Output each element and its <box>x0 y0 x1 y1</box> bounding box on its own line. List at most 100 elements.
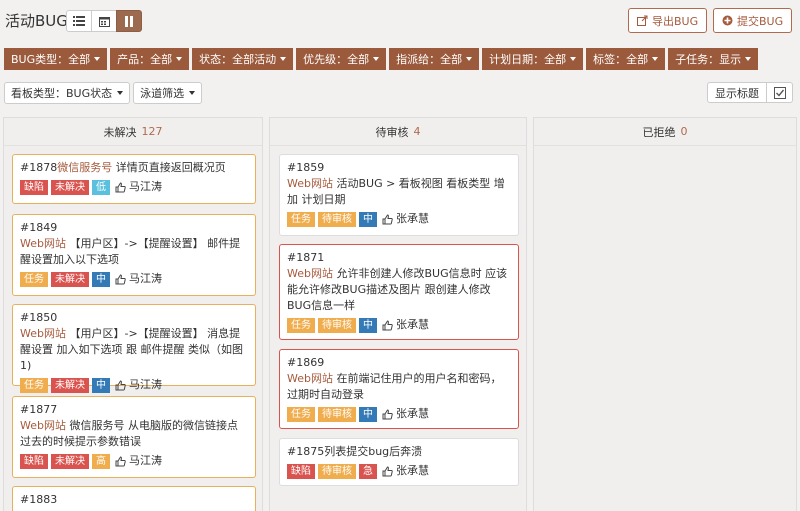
thumbs-up-icon <box>382 408 393 419</box>
column-header: 待审核 4 <box>270 118 526 146</box>
caret-down-icon <box>466 57 473 61</box>
plus-circle-icon <box>722 15 733 26</box>
status-badge: 待审核 <box>318 317 356 333</box>
product-link[interactable]: Web网站 <box>20 237 66 250</box>
owner[interactable]: 马江涛 <box>115 271 162 287</box>
caret-down-icon <box>570 57 577 61</box>
caret-down-icon <box>94 57 101 61</box>
owner[interactable]: 张承慧 <box>382 211 429 227</box>
type-badge: 任务 <box>287 317 315 333</box>
board-options: 看板类型：BUG状态 泳道筛选 <box>4 82 205 104</box>
page-title: 活动BUG <box>5 12 68 30</box>
caret-down-icon <box>189 91 196 95</box>
type-badge: 任务 <box>287 211 315 227</box>
kanban-view-button[interactable] <box>116 10 142 32</box>
status-badge: 待审核 <box>318 406 356 422</box>
filter-assignee[interactable]: 指派给：全部 <box>389 48 480 70</box>
priority-badge: 中 <box>359 211 377 227</box>
filter-priority[interactable]: 优先级：全部 <box>296 48 387 70</box>
thumbs-up-icon <box>382 213 393 224</box>
type-badge: 缺陷 <box>287 463 315 479</box>
board-type-dropdown[interactable]: 看板类型：BUG状态 <box>4 82 131 104</box>
status-badge: 未解决 <box>51 453 89 469</box>
submit-bug-label: 提交BUG <box>737 14 784 28</box>
owner[interactable]: 张承慧 <box>382 317 429 333</box>
priority-badge: 中 <box>92 271 110 287</box>
calendar-icon <box>98 16 110 27</box>
calendar-view-button[interactable] <box>91 10 117 32</box>
priority-badge: 中 <box>359 317 377 333</box>
filter-subtask[interactable]: 子任务：显示 <box>668 48 759 70</box>
show-title-label: 显示标题 <box>707 82 767 103</box>
bug-card[interactable]: #1877 Web网站 微信服务号 从电脑版的微信链接点过去的时候提示参数错误 … <box>12 396 256 478</box>
owner[interactable]: 马江涛 <box>115 453 162 469</box>
product-link[interactable]: Web网站 <box>287 372 333 385</box>
type-badge: 缺陷 <box>20 179 48 195</box>
status-badge: 未解决 <box>51 179 89 195</box>
caret-down-icon <box>745 57 752 61</box>
caret-down-icon <box>280 57 287 61</box>
filter-product[interactable]: 产品：全部 <box>110 48 190 70</box>
filter-plan-date[interactable]: 计划日期：全部 <box>482 48 584 70</box>
filter-status[interactable]: 状态：全部活动 <box>192 48 294 70</box>
caret-down-icon <box>373 57 380 61</box>
priority-badge: 中 <box>359 406 377 422</box>
list-view-button[interactable] <box>66 10 92 32</box>
status-badge: 待审核 <box>318 463 356 479</box>
bug-card[interactable]: #1859 Web网站 活动BUG > 看板视图 看板类型 增加 计划日期 任务… <box>279 154 519 236</box>
export-icon <box>637 15 648 26</box>
product-link[interactable]: 微信服务号 <box>57 161 112 174</box>
priority-badge: 急 <box>359 463 377 479</box>
thumbs-up-icon <box>115 455 126 466</box>
bug-card[interactable]: #1875列表提交bug后奔溃 缺陷 待审核 急 张承慧 <box>279 438 519 486</box>
bug-card[interactable]: #1883 <box>12 486 256 511</box>
thumbs-up-icon <box>115 273 126 284</box>
owner[interactable]: 马江涛 <box>115 377 162 393</box>
caret-down-icon <box>176 57 183 61</box>
owner[interactable]: 张承慧 <box>382 406 429 422</box>
owner[interactable]: 张承慧 <box>382 463 429 479</box>
status-badge: 待审核 <box>318 211 356 227</box>
export-bug-button[interactable]: 导出BUG <box>628 8 708 33</box>
product-link[interactable]: Web网站 <box>287 267 333 280</box>
product-link[interactable]: Web网站 <box>20 327 66 340</box>
column-pending-review: 待审核 4 #1859 Web网站 活动BUG > 看板视图 看板类型 增加 计划… <box>269 117 527 511</box>
column-unresolved: 未解决 127 #1878微信服务号 详情页直接返回概况页 缺陷 未解决 低 马江… <box>3 117 263 511</box>
view-toggle <box>66 10 142 32</box>
owner[interactable]: 马江涛 <box>115 179 162 195</box>
type-badge: 任务 <box>20 377 48 393</box>
filter-tag[interactable]: 标签：全部 <box>586 48 666 70</box>
column-rejected: 已拒绝 0 <box>533 117 797 511</box>
thumbs-up-icon <box>115 181 126 192</box>
checkbox-icon[interactable] <box>767 82 793 103</box>
bug-card[interactable]: #1849 Web网站 【用户区】->【提醒设置】 邮件提醒设置加入以下选项 任… <box>12 214 256 296</box>
show-title-toggle[interactable]: 显示标题 <box>707 82 793 103</box>
bug-card[interactable]: #1850 Web网站 【用户区】->【提醒设置】 消息提醒设置 加入如下选项 … <box>12 304 256 393</box>
submit-bug-button[interactable]: 提交BUG <box>713 8 793 33</box>
filter-bug-type[interactable]: BUG类型：全部 <box>4 48 108 70</box>
type-badge: 任务 <box>20 271 48 287</box>
type-badge: 任务 <box>287 406 315 422</box>
list-icon <box>73 16 85 26</box>
bug-card[interactable]: #1869 Web网站 在前端记住用户的用户名和密码，过期时自动登录 任务 待审… <box>279 349 519 429</box>
status-badge: 未解决 <box>51 377 89 393</box>
priority-badge: 中 <box>92 377 110 393</box>
thumbs-up-icon <box>115 379 126 390</box>
status-badge: 未解决 <box>51 271 89 287</box>
lane-filter-dropdown[interactable]: 泳道筛选 <box>133 82 203 104</box>
bug-card[interactable]: #1871 Web网站 允许非创建人修改BUG信息时 应该能允许修改BUG描述及… <box>279 244 519 340</box>
product-link[interactable]: Web网站 <box>20 419 66 432</box>
caret-down-icon <box>117 91 124 95</box>
caret-down-icon <box>652 57 659 61</box>
product-link[interactable]: Web网站 <box>287 177 333 190</box>
priority-badge: 低 <box>92 179 110 195</box>
export-bug-label: 导出BUG <box>652 14 699 28</box>
priority-badge: 高 <box>92 453 110 469</box>
thumbs-up-icon <box>382 465 393 476</box>
kanban-icon <box>125 15 133 27</box>
thumbs-up-icon <box>382 319 393 330</box>
type-badge: 缺陷 <box>20 453 48 469</box>
column-header: 未解决 127 <box>4 118 262 146</box>
bug-card[interactable]: #1878微信服务号 详情页直接返回概况页 缺陷 未解决 低 马江涛 <box>12 154 256 204</box>
filter-bar: BUG类型：全部 产品：全部 状态：全部活动 优先级：全部 指派给：全部 计划日… <box>4 48 761 70</box>
